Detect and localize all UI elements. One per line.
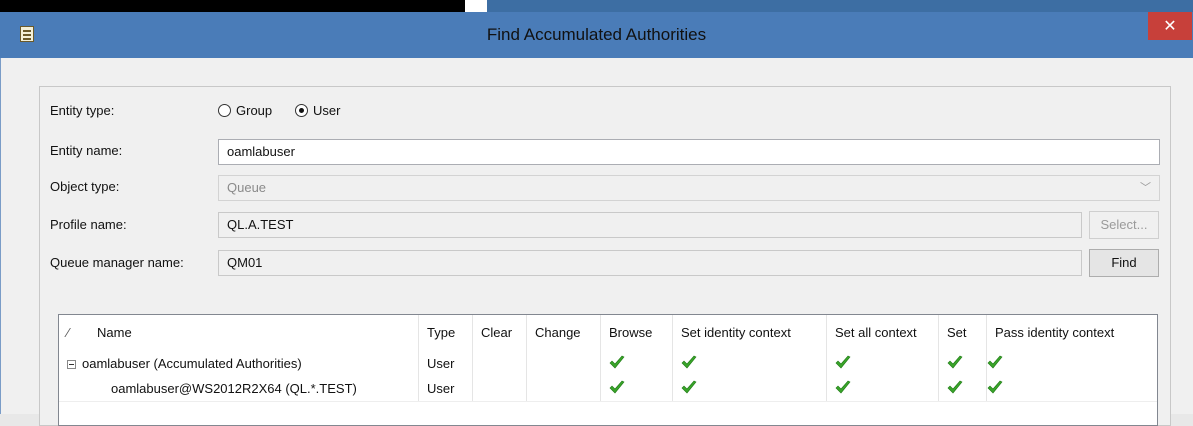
clear-cell xyxy=(473,351,527,376)
set-cell xyxy=(939,351,987,376)
queue-manager-input[interactable]: QM01 xyxy=(218,250,1082,276)
radio-button-icon[interactable] xyxy=(218,104,231,117)
column-header-set[interactable]: Set xyxy=(939,315,987,351)
column-header-set-all-context[interactable]: Set all context xyxy=(827,315,939,351)
green-checkmark-icon xyxy=(987,380,1003,394)
background-window-strip xyxy=(0,0,1193,12)
change-cell xyxy=(527,376,601,401)
table-row[interactable]: oamlabuser@WS2012R2X64 (QL.*.TEST) User xyxy=(59,376,1157,401)
entity-type-label: Entity type: xyxy=(50,103,115,118)
queue-manager-label: Queue manager name: xyxy=(50,255,184,270)
green-checkmark-icon xyxy=(609,380,625,394)
column-header-set-identity-context[interactable]: Set identity context xyxy=(673,315,827,351)
window-title: Find Accumulated Authorities xyxy=(486,25,707,44)
column-header-browse[interactable]: Browse xyxy=(601,315,673,351)
close-button[interactable]: ✕ xyxy=(1148,12,1192,40)
column-header-name[interactable]: ⁄ Name xyxy=(59,315,419,351)
row-name-cell: oamlabuser@WS2012R2X64 (QL.*.TEST) xyxy=(59,376,419,401)
green-checkmark-icon xyxy=(947,355,963,369)
entity-type-user-radio[interactable]: User xyxy=(295,103,340,118)
pass-identity-context-cell xyxy=(987,351,1157,376)
background-window-dark xyxy=(0,0,465,12)
title-bar[interactable]: Find Accumulated Authorities ✕ xyxy=(0,12,1193,58)
green-checkmark-icon xyxy=(609,355,625,369)
chevron-down-icon: ﹀ xyxy=(1140,182,1151,194)
column-header-clear[interactable]: Clear xyxy=(473,315,527,351)
green-checkmark-icon xyxy=(835,380,851,394)
search-criteria-group: Entity type: Group User Entity name: oam… xyxy=(39,86,1171,426)
object-type-select[interactable]: Queue ﹀ xyxy=(218,175,1160,201)
object-type-value: Queue xyxy=(227,180,267,195)
object-type-label: Object type: xyxy=(50,179,120,194)
profile-name-input[interactable]: QL.A.TEST xyxy=(218,212,1082,238)
background-window-gap xyxy=(465,0,487,12)
green-checkmark-icon xyxy=(835,355,851,369)
profile-name-label: Profile name: xyxy=(50,217,127,232)
tree-collapse-icon[interactable] xyxy=(67,360,76,370)
green-checkmark-icon xyxy=(681,355,697,369)
green-checkmark-icon xyxy=(987,355,1003,369)
set-cell xyxy=(939,376,987,401)
entity-type-user-label: User xyxy=(313,103,341,118)
row-name-cell: oamlabuser (Accumulated Authorities) xyxy=(59,351,419,376)
column-header-pass-identity-context[interactable]: Pass identity context xyxy=(987,315,1157,351)
dialog-client-area: Entity type: Group User Entity name: oam… xyxy=(0,58,1193,426)
table-row[interactable]: oamlabuser (Accumulated Authorities) Use… xyxy=(59,351,1157,376)
change-cell xyxy=(527,351,601,376)
entity-name-label: Entity name: xyxy=(50,143,123,158)
set-identity-context-cell xyxy=(673,351,827,376)
clear-cell xyxy=(473,376,527,401)
green-checkmark-icon xyxy=(947,380,963,394)
set-identity-context-cell xyxy=(673,376,827,401)
browse-cell xyxy=(601,351,673,376)
authorities-table[interactable]: ⁄ Name Type Clear Change Browse Set ident… xyxy=(58,314,1158,426)
green-checkmark-icon xyxy=(681,380,697,394)
set-all-context-cell xyxy=(827,376,939,401)
select-button[interactable]: Select... xyxy=(1089,211,1159,239)
entity-type-group-label: Group xyxy=(236,103,273,118)
sort-indicator-icon: ⁄ xyxy=(67,325,70,340)
browse-cell xyxy=(601,376,673,401)
row-type-cell: User xyxy=(419,376,473,401)
entity-type-group-radio[interactable]: Group xyxy=(218,103,272,118)
set-all-context-cell xyxy=(827,351,939,376)
row-type-cell: User xyxy=(419,351,473,376)
find-button[interactable]: Find xyxy=(1089,249,1159,277)
radio-button-selected-icon[interactable] xyxy=(295,104,308,117)
pass-identity-context-cell xyxy=(987,376,1157,401)
column-header-change[interactable]: Change xyxy=(527,315,601,351)
entity-name-input[interactable]: oamlabuser xyxy=(218,139,1160,165)
column-header-type[interactable]: Type xyxy=(419,315,473,351)
